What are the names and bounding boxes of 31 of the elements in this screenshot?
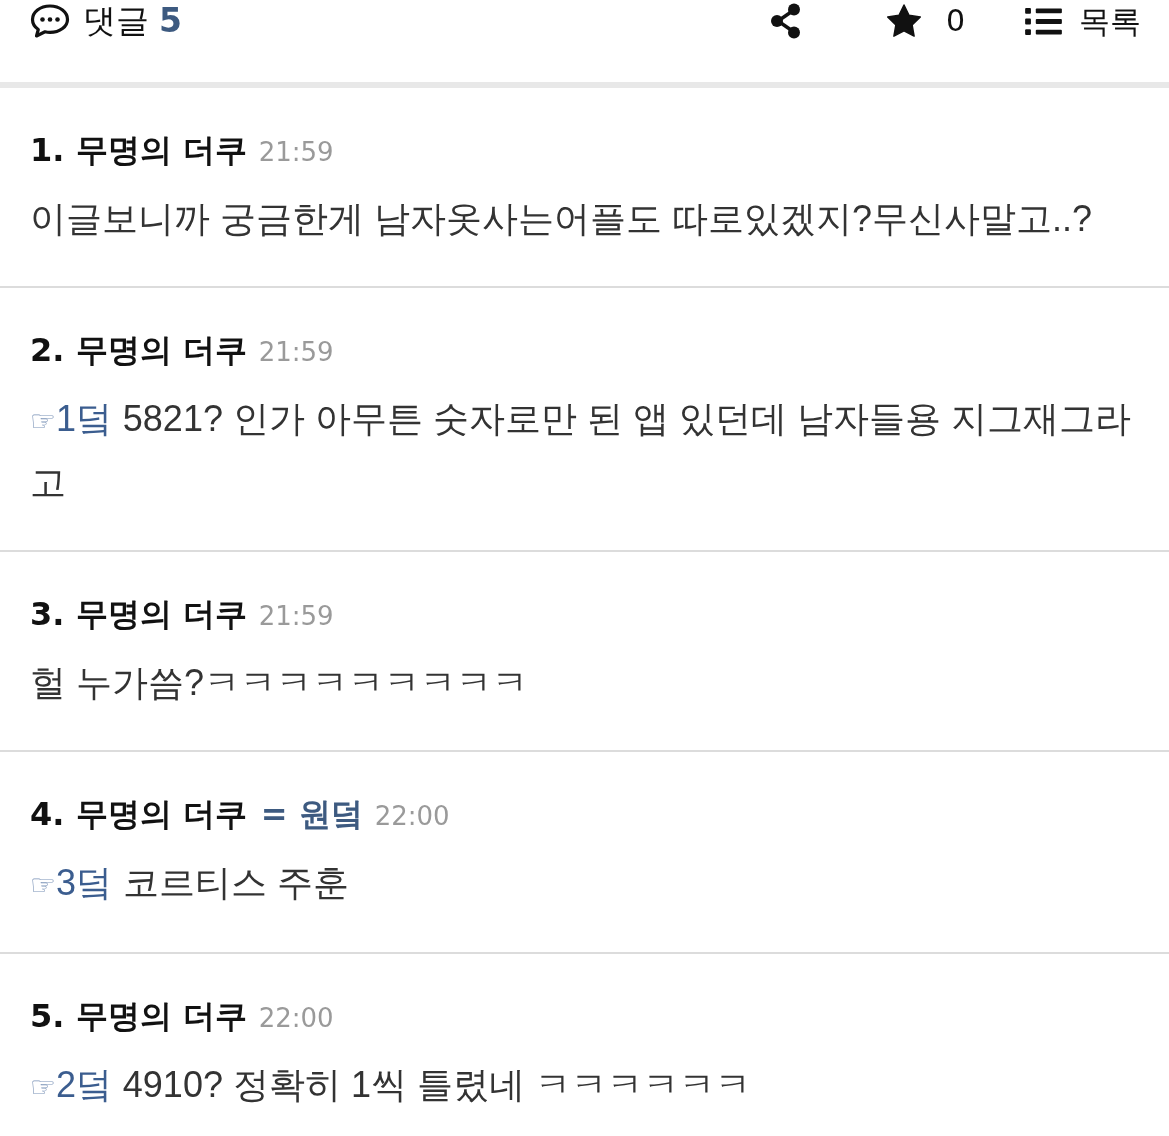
comment-author: 2. 무명의 더쿠 (30, 330, 247, 371)
comment-time: 21:59 (258, 600, 334, 633)
comment-time: 22:00 (258, 1002, 334, 1035)
list-button[interactable]: 목록 (1025, 0, 1141, 42)
favorite-button[interactable]: 0 (885, 0, 965, 42)
comment-time: 21:59 (258, 136, 334, 169)
comment-author: 3. 무명의 더쿠 (30, 594, 247, 635)
comment-author: 5. 무명의 더쿠 (30, 996, 247, 1037)
comment-text: ☞3덬 코르티스 주훈 (30, 861, 350, 905)
share-icon (769, 3, 802, 39)
comment-time: 21:59 (258, 336, 334, 369)
pointing-hand-icon: ☞ (30, 404, 56, 438)
comments-label: 댓글 (83, 0, 149, 42)
comment-author: 1. 무명의 더쿠 (30, 130, 247, 171)
comment-text: ☞1덬 5821? 인가 아무튼 숫자로만 된 앱 있던데 남자들용 지그재그라고 (30, 397, 1132, 505)
reply-link[interactable]: 3덬 (56, 862, 113, 903)
speech-bubble-icon (30, 4, 70, 38)
pointing-hand-icon: ☞ (30, 1070, 56, 1104)
reply-link[interactable]: 2덬 (56, 1064, 113, 1105)
comment-text: 헐 누가씀?ㅋㅋㅋㅋㅋㅋㅋㅋㅋ (30, 661, 530, 705)
comment-text: 이글보니까 궁금한게 남자옷사는어플도 따로있겠지?무신사말고..? (30, 197, 1094, 241)
reply-link[interactable]: 1덬 (56, 398, 113, 439)
list-icon (1025, 6, 1062, 36)
comment-time: 22:00 (374, 800, 450, 833)
comment-text: ☞2덬 4910? 정확히 1씩 틀렸네 ㅋㅋㅋㅋㅋㅋ (30, 1063, 752, 1107)
pointing-hand-icon: ☞ (30, 868, 56, 902)
comment-count: 5 (159, 0, 182, 42)
star-icon (885, 4, 922, 38)
share-button[interactable] (769, 3, 802, 39)
comment-author: 4. 무명의 더쿠 (30, 794, 247, 835)
author-tag: = 원덬 (260, 792, 363, 836)
